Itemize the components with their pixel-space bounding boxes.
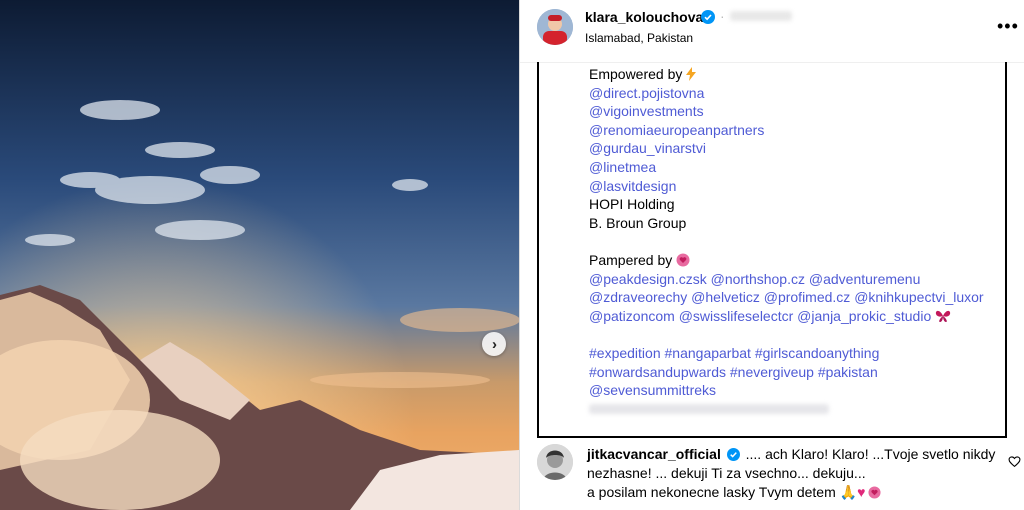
- hashtag-link[interactable]: #pakistan: [818, 364, 878, 380]
- comment-username[interactable]: jitkacvancar_official: [587, 446, 721, 462]
- mention-link[interactable]: @peakdesign.czsk: [589, 271, 707, 287]
- mention-link[interactable]: @sevensummittreks: [589, 381, 999, 400]
- post-details-panel: klara_kolouchova · Islamabad, Pakistan •…: [519, 0, 1024, 510]
- mention-link[interactable]: @profimed.cz: [764, 289, 851, 305]
- comment-avatar[interactable]: [537, 444, 573, 480]
- empowered-heading-line: Empowered by: [589, 65, 999, 84]
- chevron-right-icon: ›: [492, 335, 497, 353]
- mentions-line: @patizoncom @swisslifeselectcr @janja_pr…: [589, 307, 999, 326]
- post-photo[interactable]: [0, 0, 519, 510]
- comment-body-line2: nezhasne! ... dekuji Ti za vsechno... de…: [587, 465, 866, 481]
- post-header: klara_kolouchova · Islamabad, Pakistan •…: [520, 0, 1024, 63]
- comment-body-line1: .... ach Klaro! Klaro! ...Tvoje svetlo n…: [745, 446, 996, 462]
- mention-link[interactable]: @gurdau_vinarstvi: [589, 139, 999, 158]
- pampered-heading: Pampered by: [589, 251, 673, 268]
- mention-link[interactable]: @patizoncom: [589, 308, 675, 324]
- mention-link[interactable]: @renomiaeuropeanpartners: [589, 121, 999, 140]
- verified-badge-icon: [701, 10, 715, 24]
- mention-link[interactable]: @northshop.cz: [711, 271, 805, 287]
- avatar[interactable]: [537, 9, 573, 45]
- hashtag-link[interactable]: #expedition: [589, 345, 661, 361]
- next-photo-button[interactable]: ›: [482, 332, 506, 356]
- mention-link[interactable]: @direct.pojistovna: [589, 84, 999, 103]
- more-icon[interactable]: •••: [997, 17, 1019, 35]
- mountain-sunset-image: [0, 0, 519, 510]
- caption-scroll-area[interactable]: Empowered by @direct.pojistovna @vigoinv…: [537, 62, 1007, 438]
- mention-link[interactable]: @janja_prokic_studio: [797, 308, 931, 324]
- mention-link[interactable]: @swisslifeselectcr: [679, 308, 794, 324]
- mention-link[interactable]: @lasvitdesign: [589, 177, 999, 196]
- hashtag-link[interactable]: #nevergiveup: [730, 364, 814, 380]
- caption-text: Empowered by @direct.pojistovna @vigoinv…: [589, 65, 999, 400]
- hashtag-link[interactable]: #nangaparbat: [665, 345, 751, 361]
- empowered-heading: Empowered by: [589, 66, 683, 82]
- mention-link[interactable]: @vigoinvestments: [589, 102, 999, 121]
- mentions-line: @zdraveorechy @helveticz @profimed.cz @k…: [589, 288, 999, 307]
- hashtag-link[interactable]: #girlscandoanything: [755, 345, 880, 361]
- mention-link[interactable]: @adventuremenu: [809, 271, 921, 287]
- mentions-line: @peakdesign.czsk @northshop.cz @adventur…: [589, 270, 999, 289]
- butterfly-icon: [936, 310, 951, 322]
- mention-link[interactable]: @knihkupectvi_luxor: [854, 289, 983, 305]
- hashtags-line: #onwardsandupwards #nevergiveup #pakista…: [589, 363, 999, 382]
- heart-flower-icon: [868, 486, 881, 499]
- hashtag-link[interactable]: #onwardsandupwards: [589, 364, 726, 380]
- sponsor-text: HOPI Holding: [589, 196, 675, 213]
- heart-flower-icon: [676, 253, 690, 267]
- follow-button[interactable]: [730, 11, 792, 21]
- heart-outline-icon[interactable]: [1008, 455, 1021, 468]
- verified-badge-icon: [726, 448, 740, 461]
- sponsor-text: B. Broun Group: [589, 214, 687, 231]
- pink-heart-icon: ♥: [857, 484, 866, 500]
- comment-text: jitkacvancar_official .... ach Klaro! Kl…: [587, 445, 997, 502]
- comment-body-line3: a posilam nekonecne lasky Tvym detem: [587, 484, 836, 500]
- location-link[interactable]: Islamabad, Pakistan: [585, 31, 693, 45]
- pampered-heading-line: Pampered by: [589, 251, 999, 270]
- mention-link[interactable]: @zdraveorechy: [589, 289, 687, 305]
- praying-hands-icon: 🙏: [839, 484, 858, 500]
- separator-dot: ·: [720, 8, 725, 24]
- mention-link[interactable]: @linetmea: [589, 158, 999, 177]
- hashtags-line: #expedition #nangaparbat #girlscandoanyt…: [589, 344, 999, 363]
- username-link[interactable]: klara_kolouchova: [585, 9, 703, 25]
- lightning-icon: [686, 67, 697, 81]
- faded-caption-text: [589, 404, 829, 414]
- mention-link[interactable]: @helveticz: [691, 289, 760, 305]
